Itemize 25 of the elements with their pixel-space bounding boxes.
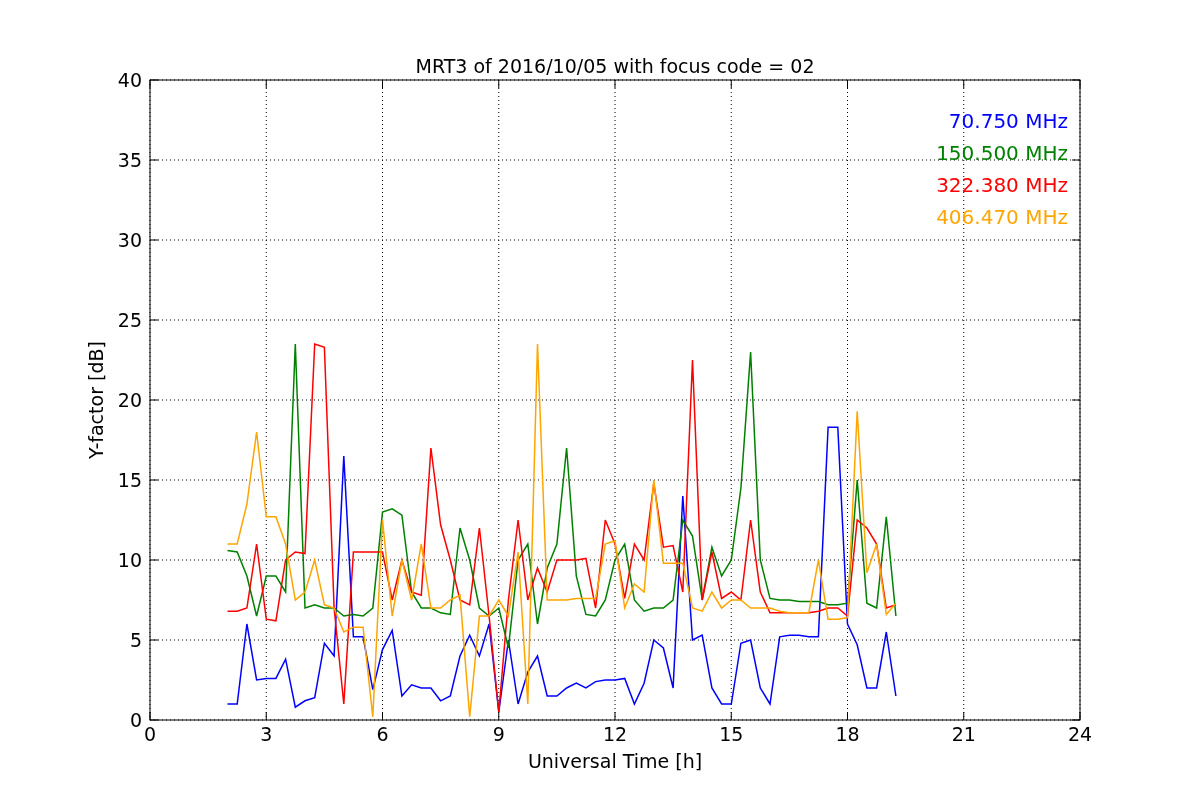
y-tick-label: 25 [117,309,142,331]
x-axis-label: Universal Time [h] [527,750,703,772]
y-tick-label: 35 [117,149,142,171]
x-tick-label: 24 [1067,723,1093,745]
x-tick-label: 3 [260,723,273,745]
x-tick-label: 9 [492,723,505,745]
y-tick-label: 20 [117,389,142,411]
x-tick-label: 0 [143,723,157,745]
y-tick-label: 15 [117,469,142,491]
y-tick-label: 10 [117,549,142,571]
x-tick-label: 18 [835,723,860,745]
y-tick-label: 30 [117,229,142,251]
x-tick-label: 21 [951,723,976,745]
legend-label: 150.500 MHz [936,141,1068,165]
x-tick-label: 6 [376,723,389,745]
y-tick-label: 5 [129,629,142,651]
x-tick-label: 15 [719,723,744,745]
x-tick-label: 12 [602,723,628,745]
y-tick-label: 40 [117,69,142,91]
chart-title: MRT3 of 2016/10/05 with focus code = 02 [415,55,815,77]
legend-label: 70.750 MHz [948,109,1068,133]
y-axis-label: Y-factor [dB] [85,341,107,459]
y-tick-label: 0 [129,709,142,731]
legend-label: 406.470 MHz [936,205,1068,229]
legend-label: 322.380 MHz [936,173,1068,197]
